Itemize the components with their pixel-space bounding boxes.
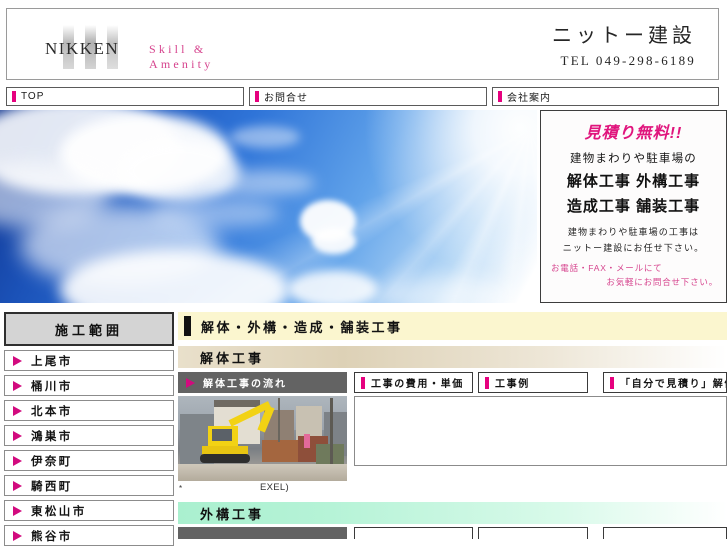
- main-navigation: TOP お問合せ 会社案内: [6, 87, 719, 106]
- title-marker-icon: [184, 316, 191, 336]
- promo-panel: 見積り無料!! 建物まわりや駐車場の 解体工事 外構工事 造成工事 舗装工事 建…: [540, 110, 727, 303]
- tab-label: 工事例: [495, 379, 530, 390]
- main-content: 解体・外構・造成・舗装工事 解体工事 解体工事の流れ 工事の費用・単価 工事例 …: [178, 312, 727, 539]
- cloud-shape: [205, 170, 315, 196]
- photo-wall: [178, 464, 347, 481]
- bullet-bar-icon: [12, 91, 16, 102]
- hero-sky-banner: [0, 110, 537, 303]
- cloud-shape: [150, 198, 280, 228]
- section-heading-label: 解体工事: [200, 350, 265, 366]
- sidebar-item-okegawa[interactable]: 桶川市: [4, 375, 174, 396]
- footnote-star: *: [179, 484, 183, 493]
- nav-item-contact[interactable]: お問合せ: [249, 87, 487, 106]
- tab-label: 工事の費用・単価: [371, 379, 464, 390]
- tab-demolition-self-estimate[interactable]: 「自分で見積り」解体: [603, 372, 727, 393]
- promo-line-5: ニットー建設にお任せ下さい。: [562, 243, 705, 253]
- triangle-right-icon: [13, 430, 22, 441]
- triangle-right-icon: [13, 455, 22, 466]
- tab-exterior-self-estimate[interactable]: [603, 527, 727, 539]
- cloud-shape: [288, 270, 378, 303]
- nav-item-label: TOP: [21, 91, 45, 102]
- tab-demolition-examples[interactable]: 工事例: [478, 372, 588, 393]
- company-name: ニットー建設: [552, 25, 696, 47]
- triangle-right-icon: [13, 355, 22, 366]
- tab-exterior-examples[interactable]: [478, 527, 588, 539]
- sidebar-item-label: 騎西町: [31, 480, 73, 493]
- promo-line-2: 解体工事 外構工事: [566, 173, 701, 190]
- page-root: NIKKEN Skill & Amenity ニットー建設 TEL 049-29…: [0, 0, 727, 546]
- triangle-right-icon: [186, 377, 195, 388]
- photo-marker: [304, 434, 310, 448]
- excavator-window: [212, 429, 232, 441]
- nav-item-label: お問合せ: [264, 93, 308, 104]
- bullet-bar-icon: [361, 376, 365, 389]
- sidebar-item-higashimatsuyama[interactable]: 東松山市: [4, 500, 174, 521]
- logo-tagline: Skill & Amenity: [149, 42, 214, 71]
- section-heading-exterior: 外構工事: [178, 502, 727, 524]
- section-heading-demolition: 解体工事: [178, 346, 727, 368]
- bullet-bar-icon: [485, 376, 489, 389]
- tab-demolition-flow[interactable]: 解体工事の流れ: [178, 372, 347, 393]
- sidebar-item-konosu[interactable]: 鴻巣市: [4, 425, 174, 446]
- sidebar-item-ageo[interactable]: 上尾市: [4, 350, 174, 371]
- triangle-right-icon: [13, 380, 22, 391]
- company-telephone: TEL 049-298-6189: [560, 53, 696, 68]
- photo-utility-pole: [278, 398, 280, 442]
- sidebar-item-label: 熊谷市: [31, 530, 73, 543]
- triangle-right-icon: [13, 405, 22, 416]
- sidebar-item-label: 伊奈町: [31, 455, 73, 468]
- section-body-demolition: * EXEL): [178, 396, 727, 496]
- sidebar-item-kisai[interactable]: 騎西町: [4, 475, 174, 496]
- triangle-right-icon: [13, 505, 22, 516]
- photo-building-roof: [214, 400, 260, 407]
- cloud-shape: [230, 126, 300, 148]
- triangle-right-icon: [13, 530, 22, 541]
- sidebar-item-label: 桶川市: [31, 380, 73, 393]
- sidebar-item-ina[interactable]: 伊奈町: [4, 450, 174, 471]
- bullet-bar-icon: [498, 91, 502, 102]
- promo-line-7: お気軽にお問合せ下さい。: [606, 277, 718, 287]
- sidebar-item-kumagaya[interactable]: 熊谷市: [4, 525, 174, 546]
- promo-line-3: 造成工事 舗装工事: [566, 198, 701, 215]
- cloud-shape: [312, 228, 356, 254]
- tab-label: 解体工事の流れ: [203, 379, 287, 390]
- photo-utility-pole: [330, 398, 333, 464]
- promo-line-6: お電話・FAX・メールにて: [551, 263, 663, 273]
- triangle-right-icon: [13, 480, 22, 491]
- cloud-shape: [120, 140, 240, 202]
- sidebar-item-label: 東松山市: [31, 505, 87, 518]
- sidebar-item-label: 上尾市: [31, 355, 73, 368]
- site-header: NIKKEN Skill & Amenity ニットー建設 TEL 049-29…: [6, 8, 719, 80]
- tab-label: 「自分で見積り」解体: [620, 379, 727, 390]
- content-placeholder-box: [354, 396, 727, 466]
- demolition-site-photo: [178, 396, 347, 481]
- tab-bar-exterior: [178, 527, 727, 539]
- excavator-tracks: [200, 454, 250, 463]
- page-title-label: 解体・外構・造成・舗装工事: [201, 319, 403, 335]
- tab-bar-demolition: 解体工事の流れ 工事の費用・単価 工事例 「自分で見積り」解体: [178, 372, 727, 393]
- nav-item-label: 会社案内: [507, 93, 551, 104]
- promo-line-1: 建物まわりや駐車場の: [570, 153, 697, 165]
- cloud-shape: [380, 276, 510, 303]
- site-logo[interactable]: NIKKEN Skill & Amenity: [25, 25, 275, 71]
- bullet-bar-icon: [610, 376, 614, 389]
- sidebar: 施工範囲 上尾市 桶川市 北本市 鴻巣市 伊奈町 騎西町 東松山市 熊谷市: [4, 312, 174, 546]
- section-heading-label: 外構工事: [200, 506, 265, 522]
- sidebar-item-label: 鴻巣市: [31, 430, 73, 443]
- nav-item-company[interactable]: 会社案内: [492, 87, 719, 106]
- nav-item-top[interactable]: TOP: [6, 87, 244, 106]
- promo-line-4: 建物まわりや駐車場の工事は: [567, 227, 700, 237]
- tab-exterior-flow[interactable]: [178, 527, 347, 539]
- logo-text: NIKKEN: [45, 39, 120, 58]
- tab-demolition-cost[interactable]: 工事の費用・単価: [354, 372, 473, 393]
- bullet-bar-icon: [255, 91, 259, 102]
- promo-headline: 見積り無料!!: [584, 125, 683, 142]
- sidebar-item-kitamoto[interactable]: 北本市: [4, 400, 174, 421]
- tab-exterior-cost[interactable]: [354, 527, 473, 539]
- footnote-exel: EXEL): [260, 482, 289, 493]
- page-title: 解体・外構・造成・舗装工事: [178, 312, 727, 340]
- sidebar-item-label: 北本市: [31, 405, 73, 418]
- sidebar-heading: 施工範囲: [4, 312, 174, 346]
